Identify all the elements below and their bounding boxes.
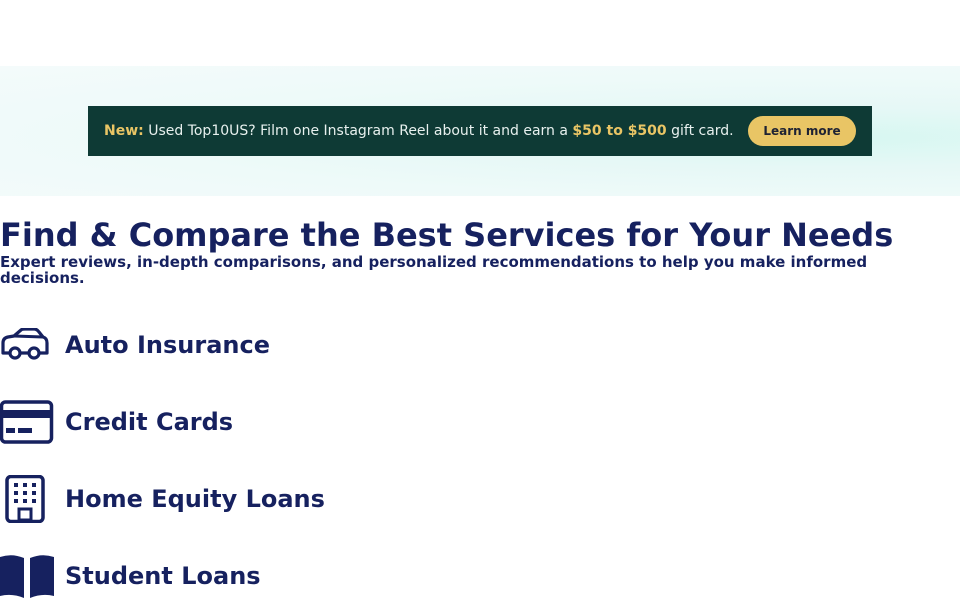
promo-text: New: Used Top10US? Film one Instagram Re…	[104, 123, 748, 139]
category-item-auto-insurance[interactable]: Auto Insurance	[0, 306, 960, 383]
category-item-student-loans[interactable]: Student Loans	[0, 537, 960, 600]
category-label: Student Loans	[65, 561, 261, 590]
category-item-credit-cards[interactable]: Credit Cards	[0, 383, 960, 460]
promo-amount: $50 to $500	[572, 123, 667, 139]
category-item-home-equity-loans[interactable]: Home Equity Loans	[0, 460, 960, 537]
promo-text-part-1: Used Top10US? Film one Instagram Reel ab…	[143, 123, 573, 139]
hero-section: Find & Compare the Best Services for You…	[0, 196, 960, 286]
category-list: Auto Insurance Credit Cards Home Equity …	[0, 306, 960, 600]
category-label: Home Equity Loans	[65, 484, 325, 513]
learn-more-button[interactable]: Learn more	[748, 116, 856, 146]
credit-card-icon	[0, 398, 54, 446]
page-subtitle: Expert reviews, in-depth comparisons, an…	[0, 253, 868, 287]
promo-new-label: New:	[104, 123, 144, 139]
page-title: Find & Compare the Best Services for You…	[0, 216, 894, 254]
promo-band: New: Used Top10US? Film one Instagram Re…	[0, 66, 960, 196]
promo-banner: New: Used Top10US? Film one Instagram Re…	[88, 106, 872, 156]
header-spacer	[0, 0, 960, 66]
car-icon	[0, 321, 54, 369]
promo-text-part-2: gift card.	[666, 123, 734, 139]
building-icon	[0, 474, 54, 523]
category-label: Credit Cards	[65, 407, 234, 436]
category-label: Auto Insurance	[65, 330, 270, 359]
book-icon	[0, 552, 54, 600]
